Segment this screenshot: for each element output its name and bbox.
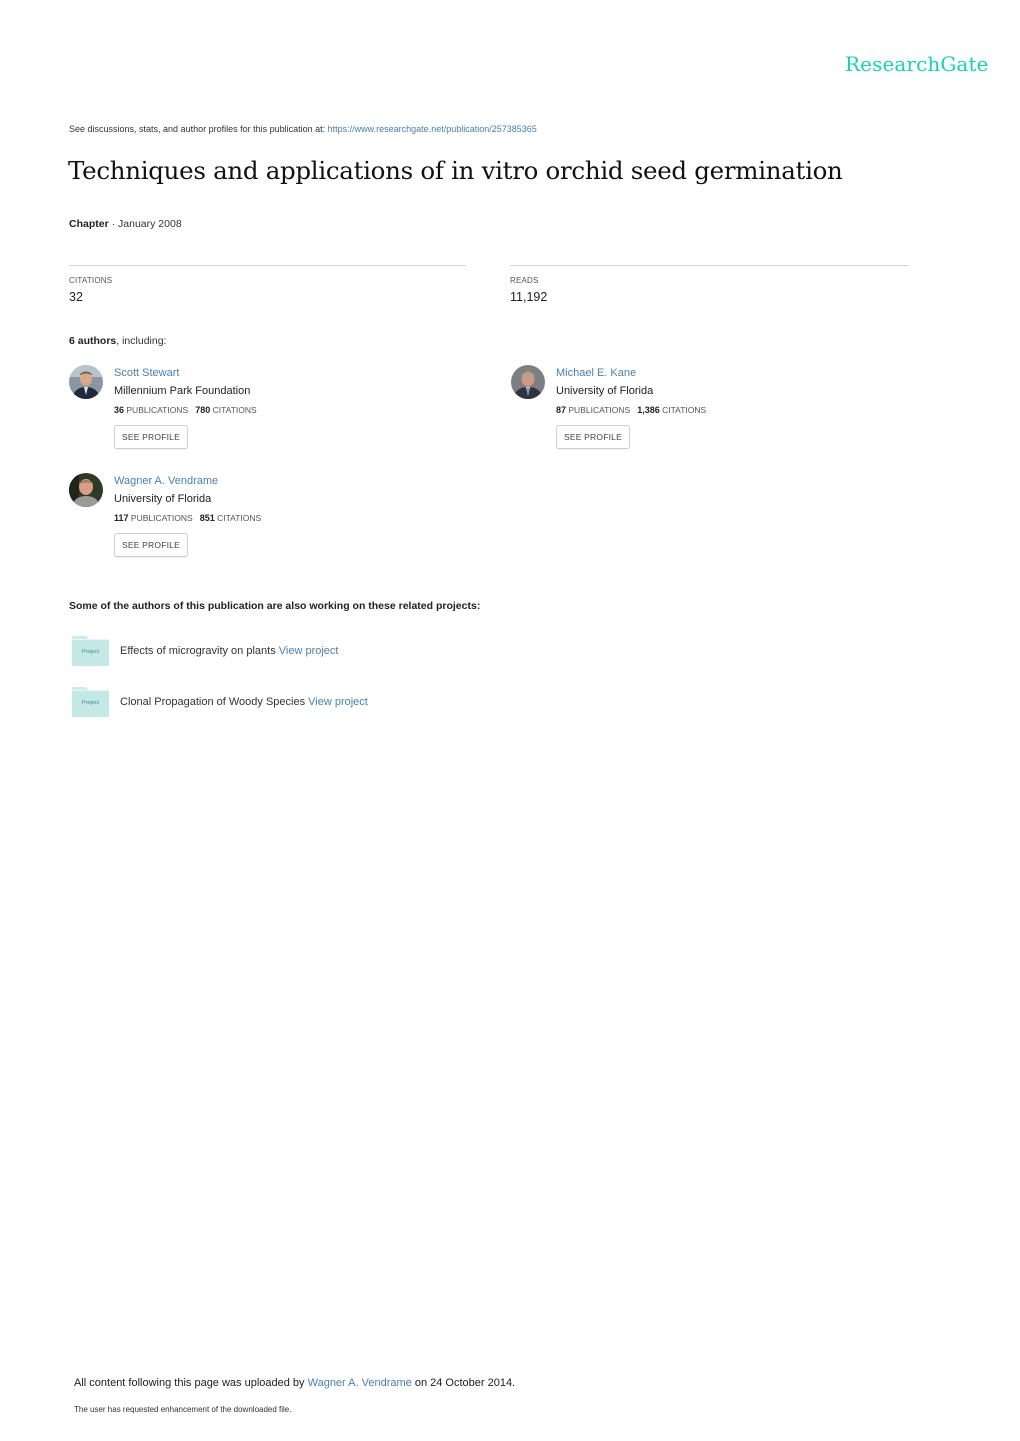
author-card: Scott Stewart Millennium Park Foundation… (69, 365, 449, 465)
related-projects-heading: Some of the authors of this publication … (69, 600, 481, 612)
author-name-link[interactable]: Michael E. Kane (556, 367, 636, 379)
see-profile-button[interactable]: SEE PROFILE (114, 533, 188, 557)
citations-count: 851 (199, 513, 215, 523)
upload-suffix: on 24 October 2014. (411, 1377, 516, 1389)
project-text: Effects of microgravity on plants View p… (120, 645, 338, 657)
project-folder-icon: Project (72, 687, 109, 717)
author-card: Wagner A. Vendrame University of Florida… (69, 473, 449, 573)
reads-label: READS (510, 276, 539, 285)
folder-label: Project (81, 649, 100, 655)
author-name-link[interactable]: Wagner A. Vendrame (114, 475, 218, 487)
citations-divider (69, 265, 466, 266)
avatar[interactable] (511, 365, 545, 399)
avatar-photo-icon (69, 365, 103, 399)
see-profile-button[interactable]: SEE PROFILE (556, 425, 630, 449)
view-project-link[interactable]: View project (308, 696, 368, 708)
upload-prefix: All content following this page was uplo… (74, 1377, 308, 1389)
avatar-photo-icon (511, 365, 545, 399)
author-institution: University of Florida (114, 493, 212, 505)
citations-label: CITATIONS (69, 276, 113, 285)
avatar-photo-icon (69, 473, 103, 507)
authors-count: 6 authors (69, 335, 117, 347)
publications-count: 117 (114, 513, 129, 523)
publication-title: Techniques and applications of in vitro … (68, 156, 843, 185)
citations-label: CITATIONS (662, 405, 707, 415)
meta-separator: · (108, 218, 119, 230)
publication-url-link[interactable]: https://www.researchgate.net/publication… (328, 124, 537, 134)
researchgate-logo[interactable]: ResearchGate (845, 52, 989, 76)
enhancement-note: The user has requested enhancement of th… (74, 1405, 292, 1414)
citations-label: CITATIONS (217, 513, 262, 523)
see-discussions-line: See discussions, stats, and author profi… (69, 124, 537, 134)
related-project-item: Project Clonal Propagation of Woody Spec… (72, 687, 572, 719)
reads-divider (510, 265, 908, 266)
citations-count: 780 (195, 405, 211, 415)
related-project-item: Project Effects of microgravity on plant… (72, 636, 572, 668)
author-institution: University of Florida (556, 385, 654, 397)
citations-label: CITATIONS (212, 405, 257, 415)
citations-value: 32 (69, 290, 83, 304)
see-profile-button[interactable]: SEE PROFILE (114, 425, 188, 449)
citations-count: 1,386 (637, 405, 660, 415)
upload-note: All content following this page was uplo… (74, 1377, 515, 1389)
uploader-link[interactable]: Wagner A. Vendrame (308, 1377, 412, 1389)
project-title: Effects of microgravity on plants (120, 645, 276, 657)
publications-count: 36 (114, 405, 125, 415)
publication-meta: Chapter · January 2008 (69, 218, 182, 230)
project-folder-icon: Project (72, 636, 109, 666)
avatar[interactable] (69, 473, 103, 507)
see-discussions-text: See discussions, stats, and author profi… (69, 124, 328, 134)
author-stats: 117 PUBLICATIONS 851 CITATIONS (114, 513, 261, 523)
authors-including: , including: (116, 335, 167, 347)
author-stats: 36 PUBLICATIONS 780 CITATIONS (114, 405, 257, 415)
author-institution: Millennium Park Foundation (114, 385, 251, 397)
folder-label: Project (81, 700, 100, 706)
avatar[interactable] (69, 365, 103, 399)
authors-heading: 6 authors, including: (69, 335, 166, 347)
publications-count: 87 (556, 405, 567, 415)
author-card: Michael E. Kane University of Florida 87… (511, 365, 891, 465)
author-stats: 87 PUBLICATIONS 1,386 CITATIONS (556, 405, 706, 415)
view-project-link[interactable]: View project (279, 645, 339, 657)
publication-type: Chapter (69, 218, 109, 230)
author-name-link[interactable]: Scott Stewart (114, 367, 179, 379)
publications-label: PUBLICATIONS (130, 513, 193, 523)
reads-value: 11,192 (510, 290, 548, 304)
publications-label: PUBLICATIONS (126, 405, 189, 415)
publication-date: January 2008 (118, 218, 182, 230)
publications-label: PUBLICATIONS (568, 405, 631, 415)
project-title: Clonal Propagation of Woody Species (120, 696, 306, 708)
project-text: Clonal Propagation of Woody Species View… (120, 696, 368, 708)
